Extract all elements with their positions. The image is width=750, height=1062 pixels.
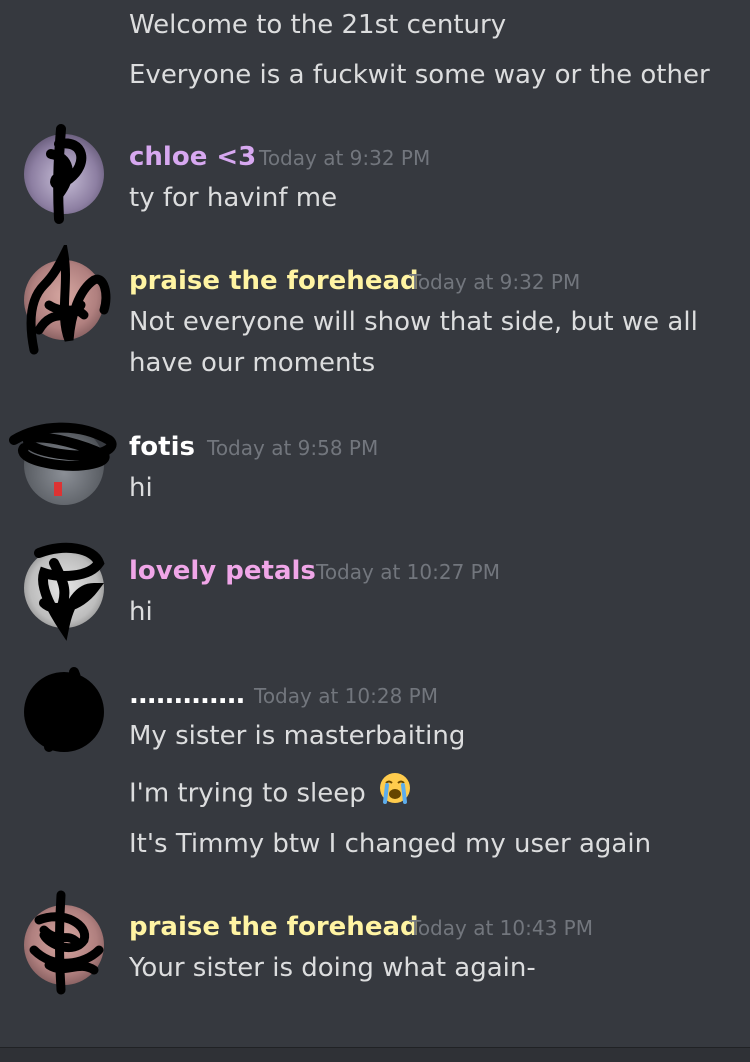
- message-text: It's Timmy btw I changed my user again: [129, 829, 652, 859]
- chat-message-list: Welcome to the 21st century Everyone is …: [0, 0, 750, 1062]
- message-author[interactable]: chloe <3: [129, 140, 256, 174]
- avatar[interactable]: [9, 422, 117, 505]
- message-timestamp: Today at 9:32 PM: [409, 270, 581, 294]
- message-text: ty for havinf me: [129, 183, 338, 213]
- scribble-redaction: [26, 245, 111, 355]
- message-timestamp: Today at 9:32 PM: [259, 146, 431, 170]
- message-timestamp: Today at 10:28 PM: [254, 684, 438, 708]
- avatar[interactable]: [24, 667, 104, 752]
- scribble-redaction: [34, 542, 105, 641]
- message-text: hi: [129, 473, 153, 503]
- message-timestamp: Today at 10:27 PM: [316, 560, 500, 584]
- message-text: Not everyone will show that side, but we…: [129, 307, 698, 337]
- message-author[interactable]: lovely petals: [129, 554, 316, 588]
- message-author[interactable]: .............: [129, 678, 245, 712]
- avatar[interactable]: [24, 245, 111, 355]
- scribble-redaction: [44, 667, 82, 752]
- message-text: I'm trying to sleep: [129, 778, 366, 809]
- bottom-divider: [0, 1047, 750, 1062]
- avatar[interactable]: [24, 124, 104, 224]
- message-timestamp: Today at 9:58 PM: [207, 436, 379, 460]
- message-author[interactable]: praise the forehead: [129, 264, 419, 298]
- scribble-redaction: [29, 890, 104, 995]
- message-text: have our moments: [129, 348, 376, 378]
- message-text: hi: [129, 597, 153, 627]
- message-text-with-emoji: I'm trying to sleep: [129, 771, 412, 817]
- loudly-crying-face-icon: [378, 771, 412, 817]
- message-author[interactable]: praise the forehead: [129, 910, 419, 944]
- scribble-redaction: [9, 422, 117, 496]
- message-text: Welcome to the 21st century: [129, 10, 507, 40]
- message-text: Your sister is doing what again-: [129, 953, 536, 983]
- message-text: Everyone is a fuckwit some way or the ot…: [129, 60, 710, 90]
- scribble-redaction: [46, 124, 87, 224]
- avatar[interactable]: [24, 542, 105, 641]
- avatar[interactable]: [24, 890, 104, 995]
- message-author[interactable]: fotis: [129, 430, 195, 464]
- message-timestamp: Today at 10:43 PM: [409, 916, 593, 940]
- message-text: My sister is masterbaiting: [129, 721, 466, 751]
